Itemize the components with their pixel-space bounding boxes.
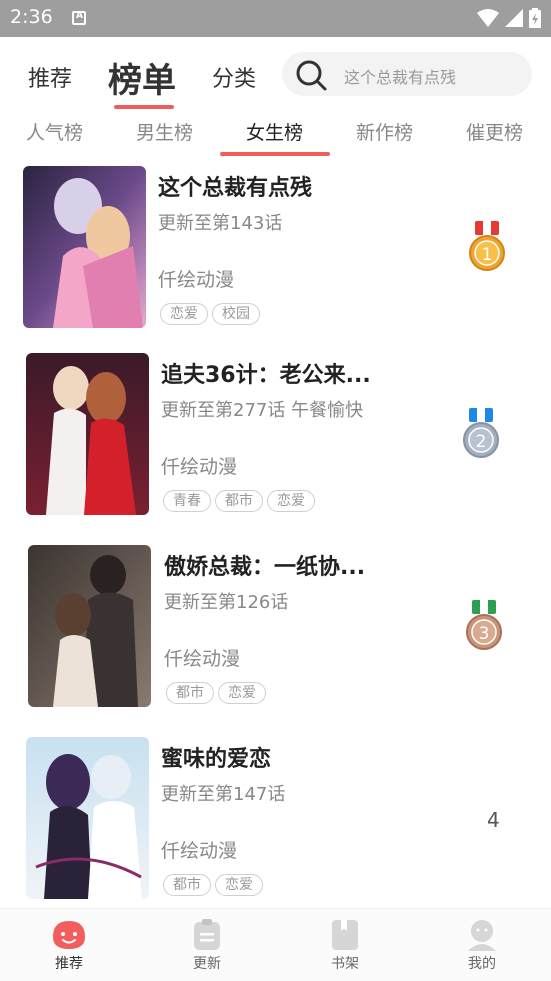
silver-medal-icon: 2 (463, 408, 499, 458)
tag-list: 恋爱 校园 (160, 303, 260, 325)
ranking-sub-tabs: 人气榜 男生榜 女生榜 新作榜 催更榜 (0, 112, 551, 158)
sub-tab-new[interactable]: 新作榜 (356, 118, 413, 145)
rank-number: 4 (487, 808, 500, 832)
comic-title: 这个总裁有点残 (158, 176, 313, 201)
tab-category[interactable]: 分类 (212, 61, 256, 93)
sub-tab-update-request[interactable]: 催更榜 (466, 118, 523, 145)
tag-list: 青春 都市 恋爱 (163, 490, 315, 512)
bottom-nav: 推荐 更新 书架 我的 (0, 908, 551, 981)
nav-recommend[interactable]: 推荐 (29, 909, 109, 981)
cover-image[interactable] (26, 353, 149, 515)
tag: 恋爱 (218, 682, 266, 704)
nav-bookshelf[interactable]: 书架 (305, 909, 385, 981)
tag: 都市 (166, 682, 214, 704)
search-icon (296, 60, 327, 91)
system-icons (477, 8, 541, 28)
author-name: 仟绘动漫 (164, 648, 241, 670)
update-info: 更新至第143话 (158, 213, 283, 234)
tag: 都市 (215, 490, 263, 512)
list-item[interactable]: 蜜味的爱恋 更新至第147话 仟绘动漫 都市 恋爱 4 (0, 729, 551, 916)
user-icon (468, 920, 496, 951)
status-bar: 2:36 A (0, 0, 551, 37)
nav-profile[interactable]: 我的 (442, 909, 522, 981)
sub-tab-female[interactable]: 女生榜 (246, 118, 303, 145)
clipboard-icon (194, 919, 220, 950)
sub-tab-male[interactable]: 男生榜 (136, 118, 193, 145)
nav-label: 书架 (331, 956, 359, 972)
tag: 恋爱 (160, 303, 208, 325)
svg-text:1: 1 (482, 245, 493, 265)
wifi-icon (477, 9, 499, 27)
search-placeholder: 这个总裁有点残 (344, 68, 457, 87)
search-box[interactable]: 这个总裁有点残 (282, 52, 532, 96)
top-nav: 推荐 榜单 分类 这个总裁有点残 (0, 37, 551, 112)
comic-title: 追夫36计：老公来... (161, 363, 371, 388)
update-info: 更新至第126话 (164, 592, 289, 613)
tag: 恋爱 (215, 874, 263, 896)
author-name: 仟绘动漫 (161, 456, 238, 478)
battery-icon (529, 8, 541, 28)
gold-medal-icon: 1 (469, 221, 505, 271)
tag: 恋爱 (267, 490, 315, 512)
comic-title: 蜜味的爱恋 (161, 747, 272, 772)
cover-image[interactable] (26, 737, 149, 899)
update-info: 更新至第147话 (161, 784, 286, 805)
bronze-medal-icon: 3 (466, 600, 502, 650)
nav-update[interactable]: 更新 (167, 909, 247, 981)
tab-recommend[interactable]: 推荐 (28, 61, 72, 93)
author-name: 仟绘动漫 (161, 840, 238, 862)
sub-tab-popular[interactable]: 人气榜 (26, 118, 83, 145)
sub-tab-indicator (220, 152, 330, 156)
svg-text:2: 2 (476, 432, 487, 452)
nav-label: 我的 (468, 956, 496, 972)
svg-text:3: 3 (479, 624, 490, 644)
comic-title: 傲娇总裁：一纸协... (164, 555, 366, 580)
signal-icon (505, 9, 523, 27)
list-item[interactable]: 这个总裁有点残 更新至第143话 仟绘动漫 恋爱 校园 1 (0, 158, 551, 345)
nav-label: 推荐 (55, 956, 83, 972)
tag: 都市 (163, 874, 211, 896)
tab-ranking[interactable]: 榜单 (108, 53, 176, 102)
status-time: 2:36 (10, 6, 53, 28)
tag: 青春 (163, 490, 211, 512)
notification-icon: A (72, 11, 86, 25)
cover-image[interactable] (23, 166, 146, 328)
update-info: 更新至第277话 午餐愉快 (161, 400, 364, 421)
active-tab-indicator (114, 105, 174, 109)
tag-list: 都市 恋爱 (166, 682, 266, 704)
nav-label: 更新 (193, 956, 221, 972)
book-icon (332, 920, 358, 950)
smiley-icon (53, 921, 85, 949)
list-item[interactable]: 傲娇总裁：一纸协... 更新至第126话 仟绘动漫 都市 恋爱 3 (0, 537, 551, 724)
tag-list: 都市 恋爱 (163, 874, 263, 896)
author-name: 仟绘动漫 (158, 269, 235, 291)
cover-image[interactable] (28, 545, 151, 707)
list-item[interactable]: 追夫36计：老公来... 更新至第277话 午餐愉快 仟绘动漫 青春 都市 恋爱… (0, 345, 551, 532)
tag: 校园 (212, 303, 260, 325)
